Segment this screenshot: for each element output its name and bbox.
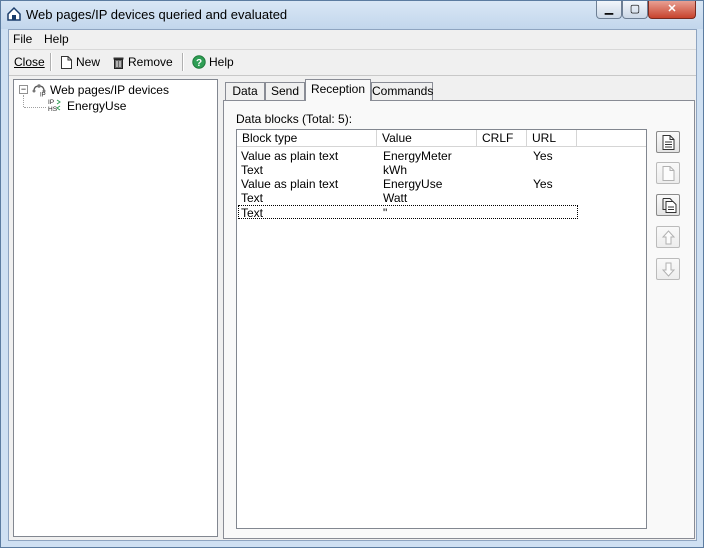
move-down-button[interactable] [656, 258, 680, 280]
cell-url: Yes [533, 149, 553, 163]
column-header-value[interactable]: Value [377, 130, 477, 147]
table-row-focused[interactable]: Text " [238, 205, 578, 220]
help-button[interactable]: ? Help [192, 55, 234, 69]
menu-file[interactable]: File [13, 32, 32, 46]
cell-value: Watt [383, 191, 408, 205]
help-button-label: Help [209, 55, 234, 69]
arrow-down-icon [662, 262, 675, 277]
remove-button-label: Remove [128, 55, 173, 69]
cell-value: kWh [383, 163, 407, 177]
column-header-url[interactable]: URL [527, 130, 577, 147]
svg-text:HS: HS [48, 106, 58, 112]
edit-block-button[interactable] [656, 162, 680, 184]
table-row[interactable]: Value as plain text EnergyMeter Yes [238, 149, 578, 163]
tree-item-root[interactable]: Web pages/IP devices [50, 83, 169, 97]
minimize-button[interactable]: ▁ [596, 1, 622, 19]
cell-url: Yes [533, 177, 553, 191]
close-button[interactable]: Close [14, 55, 45, 69]
table-row[interactable]: Value as plain text EnergyUse Yes [238, 177, 578, 191]
column-header-crlf[interactable]: CRLF [477, 130, 527, 147]
tree-item-energyuse[interactable]: EnergyUse [67, 99, 126, 113]
menu-help[interactable]: Help [44, 32, 69, 46]
new-document-icon [61, 55, 72, 69]
tree-view[interactable]: − IP Web pages/IP devices IP HS EnergyUs… [13, 79, 218, 537]
title-bar[interactable]: Web pages/IP devices queried and evaluat… [1, 1, 703, 29]
cell-value: EnergyUse [383, 177, 443, 191]
cell-value: EnergyMeter [383, 149, 452, 163]
close-window-button[interactable]: ✕ [648, 1, 696, 19]
cell-block-type: Text [241, 206, 264, 220]
new-button-label: New [76, 55, 101, 69]
cell-block-type: Value as plain text [241, 149, 339, 163]
data-blocks-label: Data blocks (Total: 5): [236, 112, 353, 126]
table-row[interactable]: Text Watt [238, 191, 578, 205]
close-button-label: Close [14, 55, 45, 69]
remove-button[interactable]: Remove [113, 55, 173, 69]
client-area: File Help Close New Remove ? Help − IP W… [8, 29, 697, 541]
tab-data[interactable]: Data [225, 82, 265, 100]
tab-commands[interactable]: Commands [371, 82, 433, 100]
new-button[interactable]: New [61, 55, 100, 69]
tab-reception[interactable]: Reception [305, 79, 371, 101]
tree-collapse-toggle[interactable]: − [19, 85, 28, 94]
svg-text:IP: IP [40, 93, 46, 98]
tree-connector [23, 95, 24, 107]
new-block-button[interactable] [656, 131, 680, 153]
svg-text:?: ? [196, 58, 202, 69]
tree-connector [24, 107, 46, 108]
toolbar: Close New Remove ? Help [9, 50, 696, 76]
ip-hs-icon: IP HS [48, 99, 61, 112]
cell-block-type: Value as plain text [241, 177, 339, 191]
tab-send[interactable]: Send [265, 82, 305, 100]
copy-document-icon [662, 198, 677, 213]
menu-bar: File Help [9, 30, 696, 50]
toolbar-separator [182, 53, 184, 71]
network-device-icon: IP [32, 84, 46, 98]
details-panel: Data Send Reception Commands Data blocks… [221, 79, 695, 539]
data-blocks-list[interactable]: Block type Value CRLF URL Value as plain… [236, 129, 647, 529]
svg-text:IP: IP [48, 99, 54, 106]
table-row[interactable]: Text kWh [238, 163, 578, 177]
column-header-block-type[interactable]: Block type [237, 130, 377, 147]
reception-tab-body: Data blocks (Total: 5): Block type Value… [223, 100, 695, 539]
arrow-up-icon [662, 230, 675, 245]
trash-icon [113, 57, 124, 69]
app-house-icon [7, 6, 21, 21]
cell-block-type: Text [241, 163, 264, 177]
help-icon: ? [192, 55, 206, 69]
maximize-button[interactable]: ▢ [622, 1, 648, 19]
window-title: Web pages/IP devices queried and evaluat… [26, 7, 288, 22]
toolbar-separator [50, 53, 52, 71]
edit-document-icon [662, 166, 675, 181]
new-document-icon [662, 135, 675, 150]
main-window: Web pages/IP devices queried and evaluat… [0, 0, 704, 548]
move-up-button[interactable] [656, 226, 680, 248]
copy-block-button[interactable] [656, 194, 680, 216]
column-header-filler [577, 130, 646, 147]
cell-value: " [383, 206, 388, 220]
cell-block-type: Text [241, 191, 264, 205]
